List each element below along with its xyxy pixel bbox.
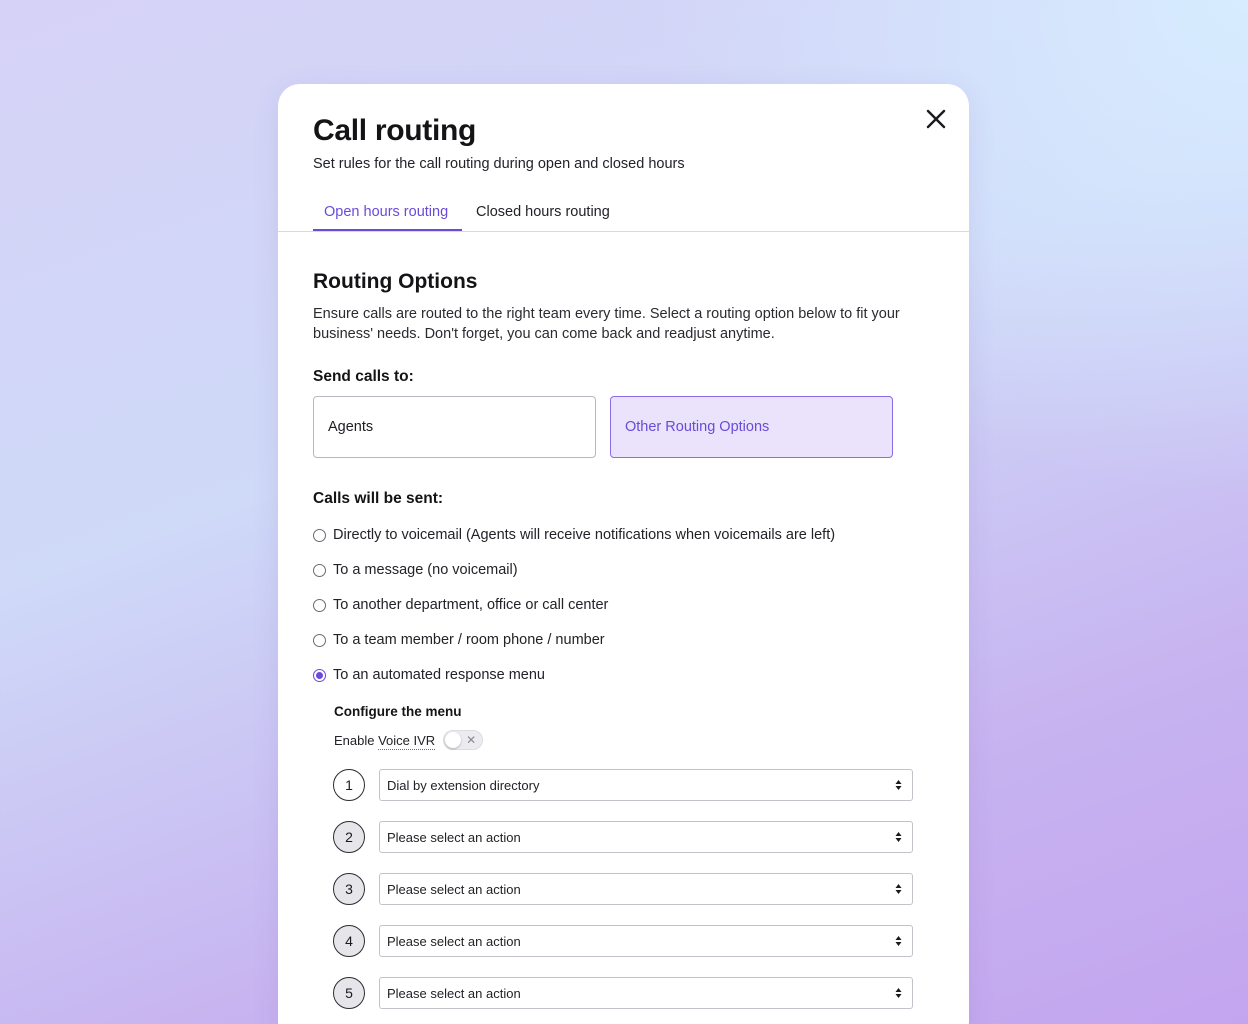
modal-subtitle: Set rules for the call routing during op…: [313, 156, 685, 172]
sort-arrows-icon: [895, 935, 902, 947]
other-routing-option-card[interactable]: Other Routing Options: [610, 396, 893, 458]
menu-action-select[interactable]: Please select an action: [379, 873, 913, 905]
menu-row-2: 2 Please select an action: [333, 821, 913, 855]
menu-action-select[interactable]: Please select an action: [379, 977, 913, 1009]
menu-action-select[interactable]: Please select an action: [379, 821, 913, 853]
menu-row-3: 3 Please select an action: [333, 873, 913, 907]
select-value: Dial by extension directory: [387, 777, 540, 793]
menu-row-4: 4 Please select an action: [333, 925, 913, 959]
ivr-label: Enable Voice IVR: [334, 732, 436, 750]
close-button[interactable]: [923, 106, 949, 132]
radio-label: To an automated response menu: [333, 667, 545, 683]
agents-option-label: Agents: [328, 419, 374, 435]
calls-sent-label: Calls will be sent:: [313, 490, 444, 507]
sort-arrows-icon: [895, 987, 902, 999]
routing-tabs: Open hours routing Closed hours routing: [278, 198, 969, 232]
close-icon: [926, 109, 946, 129]
radio-button[interactable]: [313, 563, 326, 577]
sort-arrows-icon: [895, 831, 902, 843]
menu-number-badge: 3: [333, 873, 365, 905]
radio-message[interactable]: To a message (no voicemail): [313, 560, 518, 580]
radio-button-checked[interactable]: [313, 668, 326, 682]
menu-row-1: 1 Dial by extension directory: [333, 769, 913, 803]
section-title: Routing Options: [313, 270, 478, 293]
radio-department[interactable]: To another department, office or call ce…: [313, 595, 608, 615]
radio-button[interactable]: [313, 598, 326, 612]
menu-action-select[interactable]: Please select an action: [379, 925, 913, 957]
menu-number-badge: 4: [333, 925, 365, 957]
select-value: Please select an action: [387, 933, 521, 949]
section-description: Ensure calls are routed to the right tea…: [313, 306, 900, 342]
radio-label: To a message (no voicemail): [333, 562, 518, 578]
radio-automated-menu[interactable]: To an automated response menu: [313, 665, 545, 685]
other-routing-option-label: Other Routing Options: [625, 419, 770, 435]
menu-action-select[interactable]: Dial by extension directory: [379, 769, 913, 801]
radio-label: To another department, office or call ce…: [333, 597, 609, 613]
ivr-label-prefix: Enable: [334, 732, 379, 748]
menu-row-5: 5 Please select an action: [333, 977, 913, 1011]
sort-arrows-icon: [895, 779, 902, 791]
radio-voicemail[interactable]: Directly to voicemail (Agents will recei…: [313, 525, 835, 545]
call-routing-modal: Call routing Set rules for the call rout…: [278, 84, 969, 1024]
ivr-label-term: Voice IVR: [378, 732, 436, 750]
send-calls-label: Send calls to:: [313, 368, 414, 385]
radio-label: To a team member / room phone / number: [333, 632, 605, 648]
radio-label: Directly to voicemail (Agents will recei…: [333, 527, 836, 543]
modal-title: Call routing: [313, 114, 477, 147]
toggle-knob: [445, 732, 462, 748]
voice-ivr-toggle[interactable]: ✕: [443, 730, 484, 750]
voice-ivr-row: Enable Voice IVR ✕: [334, 730, 484, 750]
menu-number-badge: 1: [333, 769, 365, 801]
tab-open-hours[interactable]: Open hours routing: [324, 204, 448, 232]
agents-option-card[interactable]: Agents: [313, 396, 596, 458]
radio-team-member[interactable]: To a team member / room phone / number: [313, 630, 605, 650]
radio-button[interactable]: [313, 633, 326, 647]
configure-menu-title: Configure the menu: [334, 704, 462, 719]
select-value: Please select an action: [387, 985, 521, 1001]
menu-number-badge: 5: [333, 977, 365, 1009]
x-icon: ✕: [466, 733, 477, 747]
sort-arrows-icon: [895, 883, 902, 895]
radio-button[interactable]: [313, 528, 326, 542]
menu-number-badge: 2: [333, 821, 365, 853]
select-value: Please select an action: [387, 829, 521, 845]
active-tab-indicator: [313, 229, 462, 231]
tab-closed-hours[interactable]: Closed hours routing: [476, 204, 610, 232]
select-value: Please select an action: [387, 881, 521, 897]
